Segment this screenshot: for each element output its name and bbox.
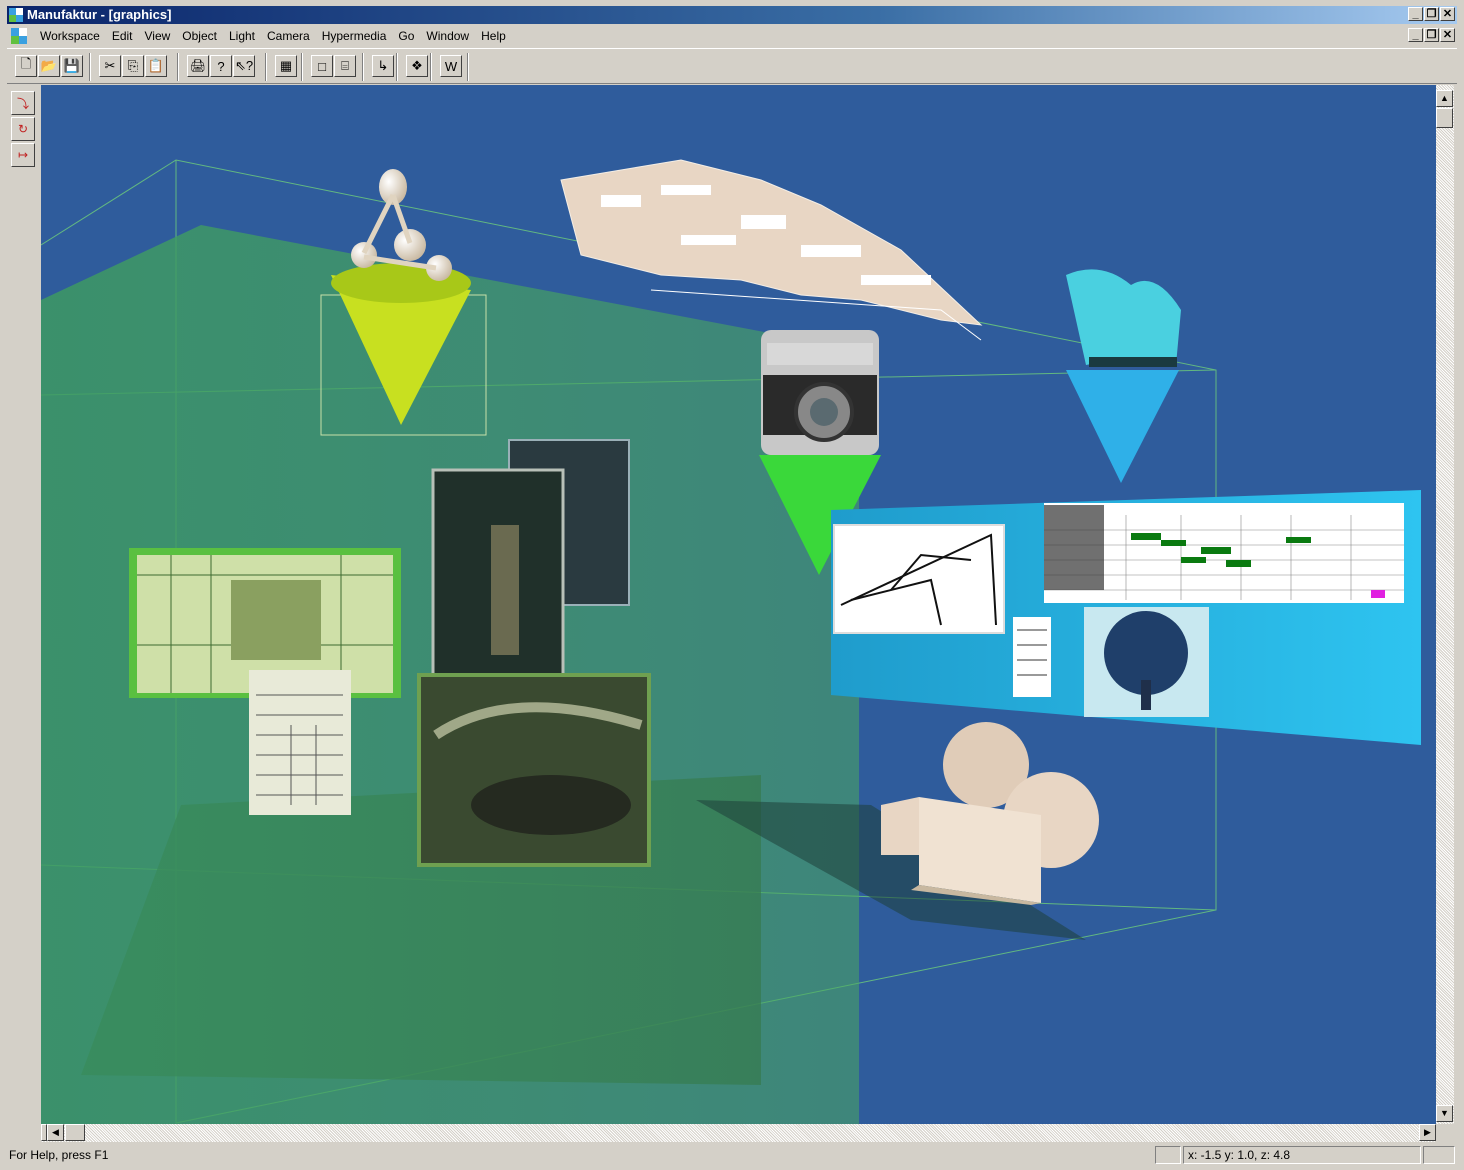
close-button[interactable]: ✕ [1440,7,1455,21]
app-icon [9,8,23,22]
text-sheet-image[interactable] [1013,617,1051,697]
status-pane-indicator [1155,1146,1181,1164]
menu-go[interactable]: Go [392,28,420,44]
menu-view[interactable]: View [139,28,177,44]
toolbar-separator [430,53,432,81]
toolbar-separator [177,53,179,81]
sketch-image[interactable] [833,524,1005,634]
main-toolbar: 🗋 📂 💾 ✂ ⎘ 📋 🖨? ⇖? ▦ □ ⌸ ↳ ❖ W [7,48,1457,84]
scroll-down-button[interactable]: ▼ [1436,1105,1453,1122]
import-icon[interactable]: ↳ [372,55,394,77]
toolbar-separator [89,53,91,81]
menu-object[interactable]: Object [176,28,223,44]
menu-items: Workspace Edit View Object Light Camera Hyperm… [34,28,512,44]
toolbar-separator [265,53,267,81]
menu-window[interactable]: Window [420,28,475,44]
cube-icon[interactable]: □ [311,55,333,77]
document-sheet[interactable] [249,670,351,815]
title-bar: Manufaktur - [graphics] _ ❐ ✕ [7,6,1457,24]
restore-button[interactable]: ❐ [1424,7,1439,21]
minimize-button[interactable]: _ [1408,7,1423,21]
presentation-panel[interactable] [831,490,1421,745]
rotate-icon[interactable]: ⤵ [11,91,35,115]
new-file-icon[interactable]: 🗋 [15,55,37,77]
save-icon[interactable]: 💾 [61,55,83,77]
web-icon[interactable]: W [440,55,462,77]
print-icon[interactable]: 🖨 [187,55,209,77]
mdi-restore-button[interactable]: ❐ [1424,28,1439,42]
cylinder-icon[interactable]: ⌸ [334,55,356,77]
status-coordinates: x: -1.5 y: 1.0, z: 4.8 [1183,1146,1421,1164]
gantt-chart-image[interactable] [1044,503,1404,603]
navigation-toolbar: ⤵ ↻ ↦ [7,85,41,1125]
scroll-right-button[interactable]: ▶ [1419,1124,1436,1141]
copy-icon[interactable]: ⎘ [122,55,144,77]
toolbar-separator [362,53,364,81]
scene [41,159,1421,1124]
open-folder-icon[interactable]: 📂 [38,55,60,77]
move-icon[interactable]: ↦ [11,143,35,167]
blue-cone-marker[interactable] [1066,269,1181,483]
tree-photo-image[interactable] [1084,607,1209,717]
menu-workspace[interactable]: Workspace [34,28,106,44]
menu-hypermedia[interactable]: Hypermedia [316,28,393,44]
menu-bar: Workspace Edit View Object Light Camera Hyperm… [7,25,1457,47]
toolbar-separator [301,53,303,81]
scroll-left-button[interactable]: ◀ [47,1124,64,1141]
toolbar-separator [467,53,469,81]
scroll-up-button[interactable]: ▲ [1436,90,1453,107]
horizontal-scroll-handle[interactable] [65,1124,85,1141]
menu-edit[interactable]: Edit [106,28,139,44]
navigate-icon[interactable]: ↻ [11,117,35,141]
mdi-close-button[interactable]: ✕ [1440,28,1455,42]
vertical-scrollbar[interactable]: ▲ ▼ [1436,85,1454,1124]
object-icon[interactable]: ❖ [406,55,428,77]
grid-icon[interactable]: ▦ [275,55,297,77]
menu-help[interactable]: Help [475,28,512,44]
3d-viewport[interactable] [41,85,1436,1124]
vertical-scroll-thumb[interactable] [1436,108,1453,128]
horizontal-scrollbar[interactable]: ◀ ▶ [41,1124,1436,1142]
paste-icon[interactable]: 📋 [145,55,167,77]
document-icon[interactable] [11,28,27,44]
status-help-text: For Help, press F1 [9,1148,109,1162]
status-pane-extra [1423,1146,1455,1164]
status-bar: For Help, press F1 x: -1.5 y: 1.0, z: 4.… [7,1144,1457,1166]
menu-camera[interactable]: Camera [261,28,316,44]
help-icon[interactable]: ? [210,55,232,77]
menu-light[interactable]: Light [223,28,261,44]
cut-icon[interactable]: ✂ [99,55,121,77]
mdi-minimize-button[interactable]: _ [1408,28,1423,42]
toolbar-separator [396,53,398,81]
window-title: Manufaktur - [graphics] [27,7,172,22]
context-help-icon[interactable]: ⇖? [233,55,255,77]
